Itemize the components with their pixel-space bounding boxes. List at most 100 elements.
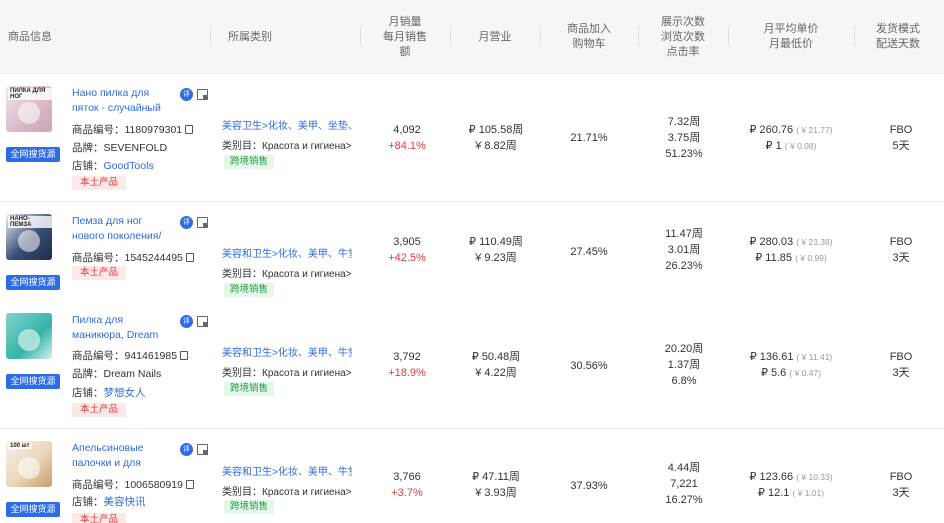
sku-label: 商品编号：: [72, 479, 125, 491]
ship-days: 3天: [892, 487, 910, 499]
shop-link[interactable]: GoodTools: [104, 160, 154, 172]
cross-border-tag: 跨境销售: [224, 283, 275, 297]
clicks-value: 7,221: [670, 478, 698, 490]
brand-label: 品牌：: [72, 142, 104, 154]
revenue-value: ₽ 105.58周: [468, 124, 524, 136]
search-source-button[interactable]: 全网搜货源: [6, 374, 60, 389]
local-product-tag: 本土产品: [72, 513, 127, 523]
local-product-tag: 本土产品: [72, 176, 127, 190]
shop-label: 店铺：: [72, 496, 104, 508]
revenue-value: ₽ 50.48周: [471, 351, 521, 363]
header-price[interactable]: 月平均单价 月最低价: [730, 0, 852, 74]
shop-label: 店铺：: [72, 387, 104, 399]
header-monthly-sales[interactable]: 月销量 每月销售额: [362, 0, 448, 74]
product-thumbnail[interactable]: НАНО-ПЕМЗА: [6, 214, 52, 260]
copy-icon[interactable]: [185, 480, 194, 489]
avg-price-cny: ( ¥ 21.77): [796, 125, 833, 135]
cart-rate: 30.56%: [570, 360, 608, 372]
category-sub-label: 类别目：: [222, 487, 262, 498]
ctr-value: 51.23%: [665, 148, 703, 160]
review-icon[interactable]: 评: [180, 443, 193, 456]
external-link-icon[interactable]: [197, 217, 208, 228]
copy-icon[interactable]: [185, 253, 194, 262]
category-link[interactable]: 美容和卫生>化妆、美甲、牛堂、: [222, 344, 352, 359]
category-sub-label: 类别目：: [222, 141, 262, 152]
external-link-icon[interactable]: [197, 316, 208, 327]
product-title-link[interactable]: Пемза для ног нового поколения/ Терка дл…: [72, 214, 176, 244]
sku-value: 1006580919: [124, 479, 183, 491]
sku-value: 1180979301: [124, 124, 183, 136]
avg-price: ₽ 260.76: [749, 124, 794, 136]
ship-mode: FBO: [889, 124, 913, 136]
ship-days: 5天: [892, 140, 910, 152]
avg-price-cny: ( ¥ 11.41): [796, 352, 833, 362]
sales-growth: +42.5%: [388, 252, 426, 264]
table-header: 商品信息 所属类别 月销量 每月销售额 月营业 商品加入 购物车 展示次数 浏览次数点…: [0, 0, 944, 74]
review-icon[interactable]: 评: [180, 315, 193, 328]
category-link[interactable]: 美容和卫生>化妆、美甲、牛堂、: [222, 463, 352, 478]
header-monthly-revenue[interactable]: 月营业: [452, 0, 538, 74]
table-row[interactable]: ПИЛКА ДЛЯ НОГ 全网搜货源 Нано пилка для пяток…: [0, 74, 944, 202]
min-price: ₽ 1: [765, 140, 782, 152]
category-sub-label: 类别目：: [222, 368, 262, 379]
shop-link[interactable]: 美容快讯: [104, 496, 146, 508]
min-price: ₽ 12.1: [757, 487, 790, 499]
brand-value: SEVENFOLD: [103, 142, 168, 154]
cross-border-tag: 跨境销售: [224, 155, 275, 169]
product-title-link[interactable]: Нано пилка для пяток - случайный цвет / …: [72, 86, 176, 116]
table-row[interactable]: 100 шт 全网搜货源 Апельсиновые палочки и для …: [0, 429, 944, 523]
search-source-button[interactable]: 全网搜货源: [6, 147, 60, 162]
search-source-button[interactable]: 全网搜货源: [6, 502, 60, 517]
sku-value: 1545244495: [124, 252, 183, 264]
header-shipping[interactable]: 发货模式 配送天数: [856, 0, 940, 74]
ctr-value: 26.23%: [665, 260, 703, 272]
sales-growth: +84.1%: [388, 140, 426, 152]
avg-price: ₽ 280.03: [749, 236, 794, 248]
copy-icon[interactable]: [185, 125, 194, 134]
ship-mode: FBO: [889, 471, 913, 483]
min-price: ₽ 5.6: [760, 367, 787, 379]
clicks-value: 3.01周: [667, 244, 701, 256]
category-sub-value: Красота и гигиена>: [262, 368, 352, 379]
ship-mode: FBO: [889, 351, 913, 363]
shop-link[interactable]: 梦想女人: [104, 387, 146, 399]
review-icon[interactable]: 评: [180, 216, 193, 229]
avg-price-cny: ( ¥ 10.33): [796, 472, 833, 482]
sales-value: 4,092: [393, 124, 421, 136]
sku-label: 商品编号：: [72, 350, 125, 362]
search-source-button[interactable]: 全网搜货源: [6, 275, 60, 290]
revenue-cny: ¥ 9.23周: [475, 252, 517, 264]
revenue-value: ₽ 110.49周: [469, 236, 523, 248]
product-title-link[interactable]: Апельсиновые палочки и для маникюра, пал…: [72, 441, 176, 471]
category-sub-label: 类别目：: [222, 269, 262, 280]
ctr-value: 16.27%: [665, 494, 703, 506]
review-icon[interactable]: 评: [180, 88, 193, 101]
external-link-icon[interactable]: [197, 444, 208, 455]
revenue-cny: ¥ 4.22周: [475, 367, 517, 379]
product-thumbnail[interactable]: ПИЛКА ДЛЯ НОГ: [6, 86, 52, 132]
category-link[interactable]: 美容和卫生>化妆、美甲、牛堂、: [222, 245, 352, 260]
cart-rate: 37.93%: [570, 480, 608, 492]
category-sub-value: Красота и гигиена>: [262, 269, 352, 280]
clicks-value: 3.75周: [667, 132, 701, 144]
product-thumbnail[interactable]: 100 шт: [6, 441, 52, 487]
category-link[interactable]: 美容卫生>化妆、美甲、坐垫、: [222, 117, 352, 132]
product-thumbnail[interactable]: [6, 313, 52, 359]
shop-label: 店铺：: [72, 160, 104, 172]
header-views[interactable]: 展示次数 浏览次数 点击率: [640, 0, 726, 74]
sku-label: 商品编号：: [72, 124, 125, 136]
copy-icon[interactable]: [180, 351, 189, 360]
product-title-link[interactable]: Пилка для маникюра, Dream Nails набор пи…: [72, 313, 176, 343]
clicks-value: 1.37周: [667, 359, 701, 371]
thumbnail-caption: НАНО-ПЕМЗА: [8, 216, 52, 228]
views-value: 4.44周: [667, 462, 701, 474]
views-value: 20.20周: [664, 343, 704, 355]
header-add-to-cart[interactable]: 商品加入 购物车: [542, 0, 636, 74]
table-row[interactable]: 全网搜货源 Пилка для маникюра, Dream Nails на…: [0, 301, 944, 429]
revenue-cny: ¥ 3.93周: [475, 487, 517, 499]
sales-value: 3,905: [393, 236, 421, 248]
cart-rate: 21.71%: [570, 132, 608, 144]
sales-value: 3,766: [393, 471, 421, 483]
external-link-icon[interactable]: [197, 89, 208, 100]
cross-border-tag: 跨境销售: [224, 382, 275, 396]
